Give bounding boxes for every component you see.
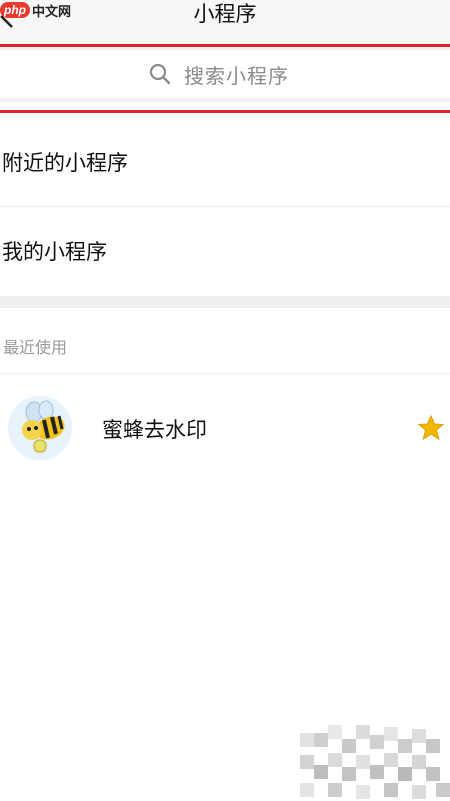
mosaic-watermark: [300, 725, 450, 801]
menu-item-nearby[interactable]: 附近的小程序: [0, 118, 450, 206]
search-input[interactable]: 搜索小程序: [0, 50, 450, 98]
section-title-recent: 最近使用: [3, 338, 68, 357]
section-gap: [0, 296, 450, 308]
search-area: 搜索小程序: [0, 47, 450, 102]
search-placeholder: 搜索小程序: [184, 63, 289, 88]
recent-app-item[interactable]: 蜜蜂去水印: [0, 396, 450, 464]
star-icon[interactable]: [416, 413, 446, 443]
menu-item-mine[interactable]: 我的小程序: [0, 207, 450, 295]
page-title: 小程序: [193, 2, 257, 26]
search-icon: [149, 63, 171, 85]
bee-icon: [8, 396, 72, 460]
menu-item-label: 附近的小程序: [2, 151, 128, 175]
nav-header: php 中文网 小程序: [0, 0, 450, 44]
highlight-line-bottom: [0, 110, 450, 113]
divider: [0, 373, 450, 374]
app-name: 蜜蜂去水印: [102, 418, 207, 442]
menu-item-label: 我的小程序: [2, 240, 107, 264]
